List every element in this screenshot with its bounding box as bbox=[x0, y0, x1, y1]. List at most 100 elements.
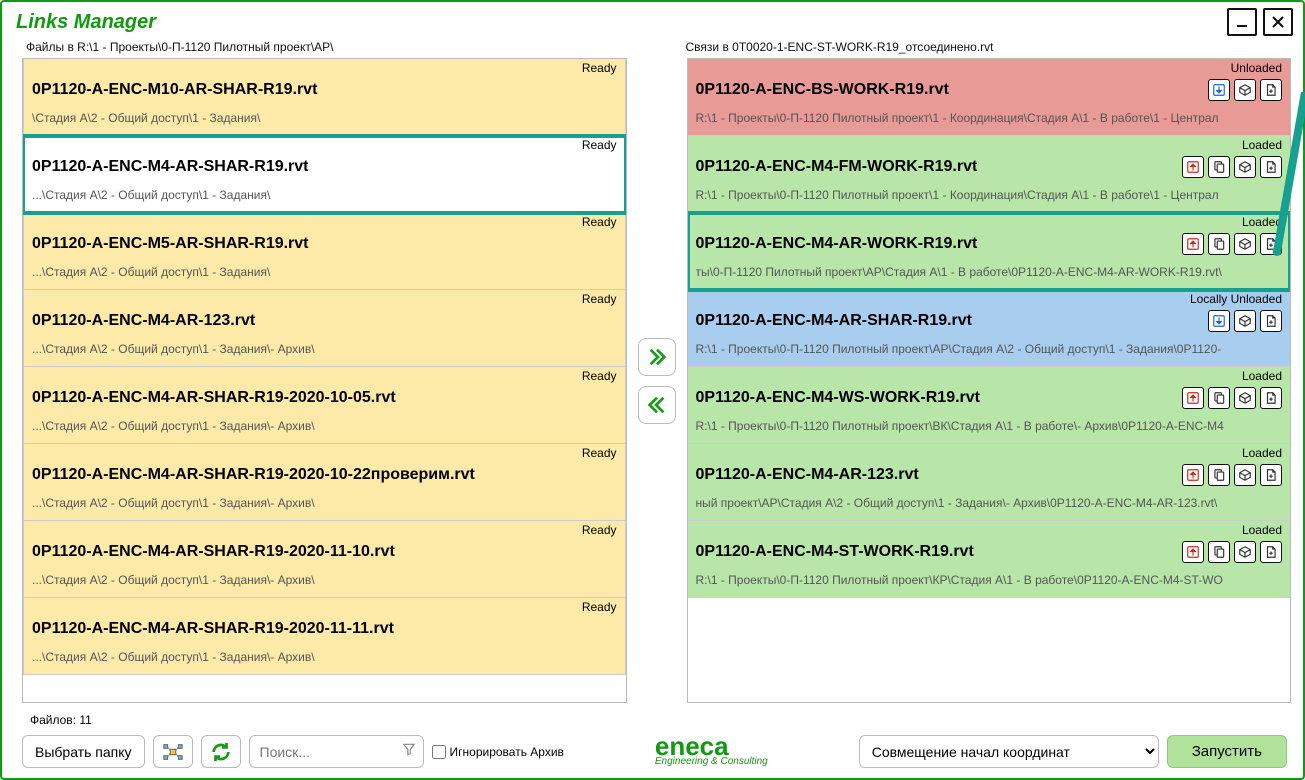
page-icon[interactable] bbox=[1260, 387, 1282, 409]
file-name: 0P1120-A-ENC-M4-AR-SHAR-R19-2020-10-22пр… bbox=[32, 466, 617, 484]
down-icon[interactable] bbox=[1208, 79, 1230, 101]
file-row[interactable]: Ready 0P1120-A-ENC-M4-AR-SHAR-R19-2020-11… bbox=[23, 598, 626, 675]
brand-logo: eneca Engineering & Consulting bbox=[572, 736, 851, 768]
link-path: R:\1 - Проекты\0-П-1120 Пилотный проект\… bbox=[696, 573, 1283, 587]
file-name: 0P1120-A-ENC-M4-AR-123.rvt bbox=[32, 312, 617, 330]
copy-icon[interactable] bbox=[1208, 541, 1230, 563]
bottom-toolbar: Выбрать папку Игнорировать Архив eneca E… bbox=[2, 731, 1303, 778]
cube-icon[interactable] bbox=[1234, 79, 1256, 101]
file-name: 0P1120-A-ENC-M4-AR-SHAR-R19.rvt bbox=[32, 158, 617, 176]
cube-icon[interactable] bbox=[1234, 541, 1256, 563]
page-icon[interactable] bbox=[1260, 233, 1282, 255]
link-name: 0P1120-A-ENC-M4-AR-SHAR-R19.rvt bbox=[696, 312, 1283, 330]
copy-icon[interactable] bbox=[1208, 156, 1230, 178]
link-row[interactable]: Unloaded 0P1120-A-ENC-BS-WORK-R19.rvt R:\1… bbox=[688, 59, 1291, 136]
file-row[interactable]: Ready 0P1120-A-ENC-M5-AR-SHAR-R19.rvt ...\… bbox=[23, 213, 626, 290]
link-row[interactable]: Loaded0P1120-A-ENC-M4-AR-123.rvtный прое… bbox=[688, 444, 1291, 521]
file-path: ...\Стадия А\2 - Общий доступ\1 - Задани… bbox=[32, 573, 617, 587]
link-status: Loaded bbox=[1242, 138, 1282, 152]
file-row[interactable]: Ready 0P1120-A-ENC-M4-AR-SHAR-R19-2020-10… bbox=[23, 367, 626, 444]
file-name: 0P1120-A-ENC-M4-AR-SHAR-R19-2020-11-11.r… bbox=[32, 620, 617, 638]
file-name: 0P1120-A-ENC-M5-AR-SHAR-R19.rvt bbox=[32, 235, 617, 253]
refresh-button[interactable] bbox=[201, 735, 241, 768]
cube-icon[interactable] bbox=[1234, 156, 1256, 178]
cube-icon[interactable] bbox=[1234, 464, 1256, 486]
link-path: ный проект\АР\Стадия А\2 - Общий доступ\… bbox=[696, 496, 1283, 510]
file-row[interactable]: Ready 0P1120-A-ENC-M4-AR-123.rvt ...\Стади… bbox=[23, 290, 626, 367]
link-status: Loaded bbox=[1242, 369, 1282, 383]
filter-icon bbox=[402, 742, 416, 761]
cube-icon[interactable] bbox=[1234, 310, 1256, 332]
page-icon[interactable] bbox=[1260, 156, 1282, 178]
positioning-select[interactable]: Совмещение начал координат bbox=[859, 735, 1159, 768]
titlebar: Links Manager bbox=[2, 2, 1303, 38]
page-icon[interactable] bbox=[1260, 79, 1282, 101]
link-row[interactable]: Loaded0P1120-A-ENC-M4-AR-WORK-R19.rvtты\… bbox=[688, 213, 1291, 290]
file-path: \Стадия А\2 - Общий доступ\1 - Задания\ bbox=[32, 111, 617, 125]
link-status: Loaded bbox=[1242, 215, 1282, 229]
file-status: Ready bbox=[582, 292, 617, 306]
link-status: Locally Unloaded bbox=[1190, 292, 1282, 306]
links-panel: Unloaded 0P1120-A-ENC-BS-WORK-R19.rvt R:\1… bbox=[687, 58, 1292, 703]
file-count-label: Файлов: 11 bbox=[2, 711, 1303, 731]
file-name: 0P1120-A-ENC-M4-AR-SHAR-R19-2020-10-05.r… bbox=[32, 389, 617, 407]
copy-icon[interactable] bbox=[1208, 233, 1230, 255]
link-name: 0P1120-A-ENC-BS-WORK-R19.rvt bbox=[696, 81, 1283, 99]
link-row[interactable]: Loaded0P1120-A-ENC-M4-FM-WORK-R19.rvtR:\… bbox=[688, 136, 1291, 213]
file-path: ...\Стадия А\2 - Общий доступ\1 - Задани… bbox=[32, 496, 617, 510]
up-icon[interactable] bbox=[1182, 541, 1204, 563]
file-path: ...\Стадия А\2 - Общий доступ\1 - Задани… bbox=[32, 650, 617, 664]
link-path: R:\1 - Проекты\0-П-1120 Пилотный проект\… bbox=[696, 188, 1283, 202]
file-row[interactable]: Ready0P1120-A-ENC-M4-AR-SHAR-R19.rvt...\… bbox=[23, 136, 626, 213]
file-status: Ready bbox=[582, 138, 617, 152]
file-row[interactable]: Ready 0P1120-A-ENC-M4-AR-SHAR-R19-2020-11… bbox=[23, 521, 626, 598]
file-path: ...\Стадия А\2 - Общий доступ\1 - Задани… bbox=[32, 419, 617, 433]
link-status: Unloaded bbox=[1231, 61, 1282, 75]
search-input[interactable] bbox=[249, 735, 424, 768]
file-row[interactable]: Ready 0P1120-A-ENC-M10-AR-SHAR-R19.rvt \Ст… bbox=[23, 59, 626, 136]
run-button[interactable]: Запустить bbox=[1167, 735, 1287, 768]
move-right-button[interactable] bbox=[638, 338, 676, 376]
file-status: Ready bbox=[582, 61, 617, 75]
close-button[interactable] bbox=[1263, 8, 1293, 36]
link-path: R:\1 - Проекты\0-П-1120 Пилотный проект\… bbox=[696, 342, 1283, 356]
file-path: ...\Стадия А\2 - Общий доступ\1 - Задани… bbox=[32, 342, 617, 356]
link-status: Loaded bbox=[1242, 523, 1282, 537]
choose-folder-button[interactable]: Выбрать папку bbox=[22, 735, 145, 768]
up-icon[interactable] bbox=[1182, 156, 1204, 178]
ignore-archive-checkbox[interactable]: Игнорировать Архив bbox=[432, 745, 564, 759]
down-icon[interactable] bbox=[1208, 310, 1230, 332]
link-path: R:\1 - Проекты\0-П-1120 Пилотный проект\… bbox=[696, 419, 1283, 433]
file-status: Ready bbox=[582, 600, 617, 614]
link-status: Loaded bbox=[1242, 446, 1282, 460]
page-icon[interactable] bbox=[1260, 464, 1282, 486]
up-icon[interactable] bbox=[1182, 387, 1204, 409]
link-path: R:\1 - Проекты\0-П-1120 Пилотный проект\… bbox=[696, 111, 1283, 125]
app-title: Links Manager bbox=[16, 11, 156, 34]
file-name: 0P1120-A-ENC-M4-AR-SHAR-R19-2020-11-10.r… bbox=[32, 543, 617, 561]
file-status: Ready bbox=[582, 215, 617, 229]
link-row[interactable]: Loaded0P1120-A-ENC-M4-ST-WORK-R19.rvtR:\… bbox=[688, 521, 1291, 598]
file-path: ...\Стадия А\2 - Общий доступ\1 - Задани… bbox=[32, 265, 617, 279]
page-icon[interactable] bbox=[1260, 541, 1282, 563]
cube-icon[interactable] bbox=[1234, 387, 1256, 409]
file-name: 0P1120-A-ENC-M10-AR-SHAR-R19.rvt bbox=[32, 81, 617, 99]
page-icon[interactable] bbox=[1260, 310, 1282, 332]
files-path-label: Файлы в R:\1 - Проекты\0-П-1120 Пилотный… bbox=[26, 40, 630, 54]
link-row[interactable]: Loaded0P1120-A-ENC-M4-WS-WORK-R19.rvtR:\… bbox=[688, 367, 1291, 444]
link-row[interactable]: Locally Unloaded 0P1120-A-ENC-M4-AR-SHAR-… bbox=[688, 290, 1291, 367]
links-manager-window: Links Manager Файлы в R:\1 - Проекты\0-П… bbox=[0, 0, 1305, 780]
move-left-button[interactable] bbox=[638, 386, 676, 424]
up-icon[interactable] bbox=[1182, 233, 1204, 255]
link-path: ты\0-П-1120 Пилотный проект\АР\Стадия А\… bbox=[696, 265, 1283, 279]
structure-icon-button[interactable] bbox=[153, 735, 193, 768]
up-icon[interactable] bbox=[1182, 464, 1204, 486]
minimize-button[interactable] bbox=[1227, 8, 1257, 36]
copy-icon[interactable] bbox=[1208, 387, 1230, 409]
file-status: Ready bbox=[582, 369, 617, 383]
copy-icon[interactable] bbox=[1208, 464, 1230, 486]
file-status: Ready bbox=[582, 446, 617, 460]
file-row[interactable]: Ready 0P1120-A-ENC-M4-AR-SHAR-R19-2020-10… bbox=[23, 444, 626, 521]
cube-icon[interactable] bbox=[1234, 233, 1256, 255]
file-status: Ready bbox=[582, 523, 617, 537]
